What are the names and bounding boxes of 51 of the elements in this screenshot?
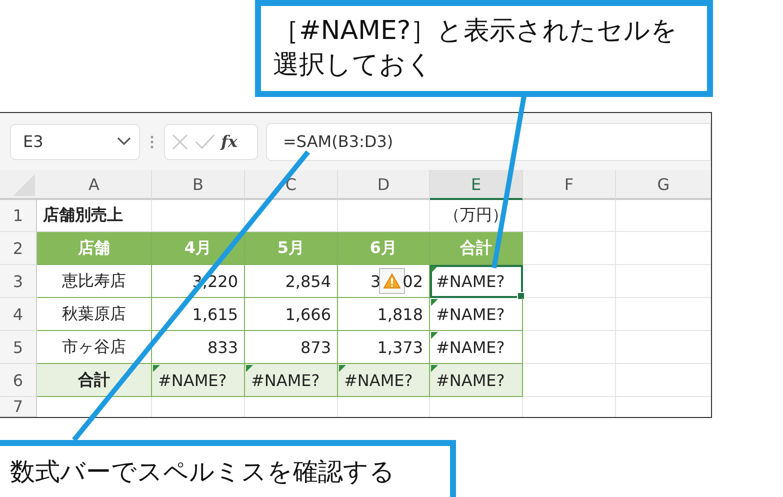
insert-function-button[interactable]: fx: [221, 132, 238, 151]
column-header[interactable]: D: [338, 170, 430, 200]
table-cell: 店舗: [37, 232, 152, 265]
row-header[interactable]: 2: [0, 232, 37, 265]
table-cell: #NAME?: [338, 364, 430, 397]
error-indicator-icon: [339, 365, 346, 372]
callout-text: 選択しておく: [273, 48, 434, 82]
column-header[interactable]: A: [37, 170, 152, 200]
formula-field[interactable]: =SAM(B3:D3): [266, 122, 711, 160]
table-cell: 5月: [245, 232, 338, 265]
column-header[interactable]: F: [523, 170, 616, 200]
error-indicator-icon: [431, 299, 438, 306]
check-icon[interactable]: [195, 134, 215, 150]
table-cell: 2,854: [245, 265, 338, 298]
error-indicator-icon: [246, 365, 253, 372]
cancel-icon[interactable]: [171, 132, 189, 150]
row-header[interactable]: 3: [0, 265, 37, 298]
table-cell: 1,666: [245, 298, 338, 331]
row-header[interactable]: 6: [0, 364, 37, 397]
table-cell: #NAME?: [430, 364, 523, 397]
error-indicator-icon: [153, 365, 160, 372]
column-header[interactable]: B: [152, 170, 245, 200]
chevron-down-icon: [117, 137, 131, 146]
table-cell: #NAME?: [152, 364, 245, 397]
column-header[interactable]: C: [245, 170, 338, 200]
row-header[interactable]: 7: [0, 397, 37, 417]
table-cell: 3 02: [338, 265, 430, 298]
column-header[interactable]: G: [616, 170, 711, 200]
table-cell: 4月: [152, 232, 245, 265]
callout-text: ［#NAME?］と表示されたセルを: [273, 14, 679, 48]
table-cell: 秋葉原店: [37, 298, 152, 331]
table-cell: 6月: [338, 232, 430, 265]
table-cell: #NAME?: [245, 364, 338, 397]
row-header[interactable]: 1: [0, 200, 37, 232]
warning-button[interactable]: [378, 268, 405, 294]
error-indicator-icon: [431, 332, 438, 339]
table-cell: #NAME?: [430, 298, 523, 331]
drag-handle-icon[interactable]: [150, 134, 154, 150]
name-box[interactable]: E3: [10, 124, 140, 160]
table-cell: 1,818: [338, 298, 430, 331]
select-all-corner[interactable]: [0, 170, 37, 200]
table-cell: 1,615: [152, 298, 245, 331]
row-header[interactable]: 5: [0, 331, 37, 364]
callout-text: 数式バーでスペルミスを確認する: [10, 456, 396, 488]
table-cell: #NAME?: [430, 265, 523, 298]
table-cell: 合計: [37, 364, 152, 397]
table-cell: 恵比寿店: [37, 265, 152, 298]
error-indicator-icon: [431, 365, 438, 372]
row-header[interactable]: 4: [0, 298, 37, 331]
column-header[interactable]: E: [430, 170, 523, 200]
table-cell: 合計: [430, 232, 523, 265]
